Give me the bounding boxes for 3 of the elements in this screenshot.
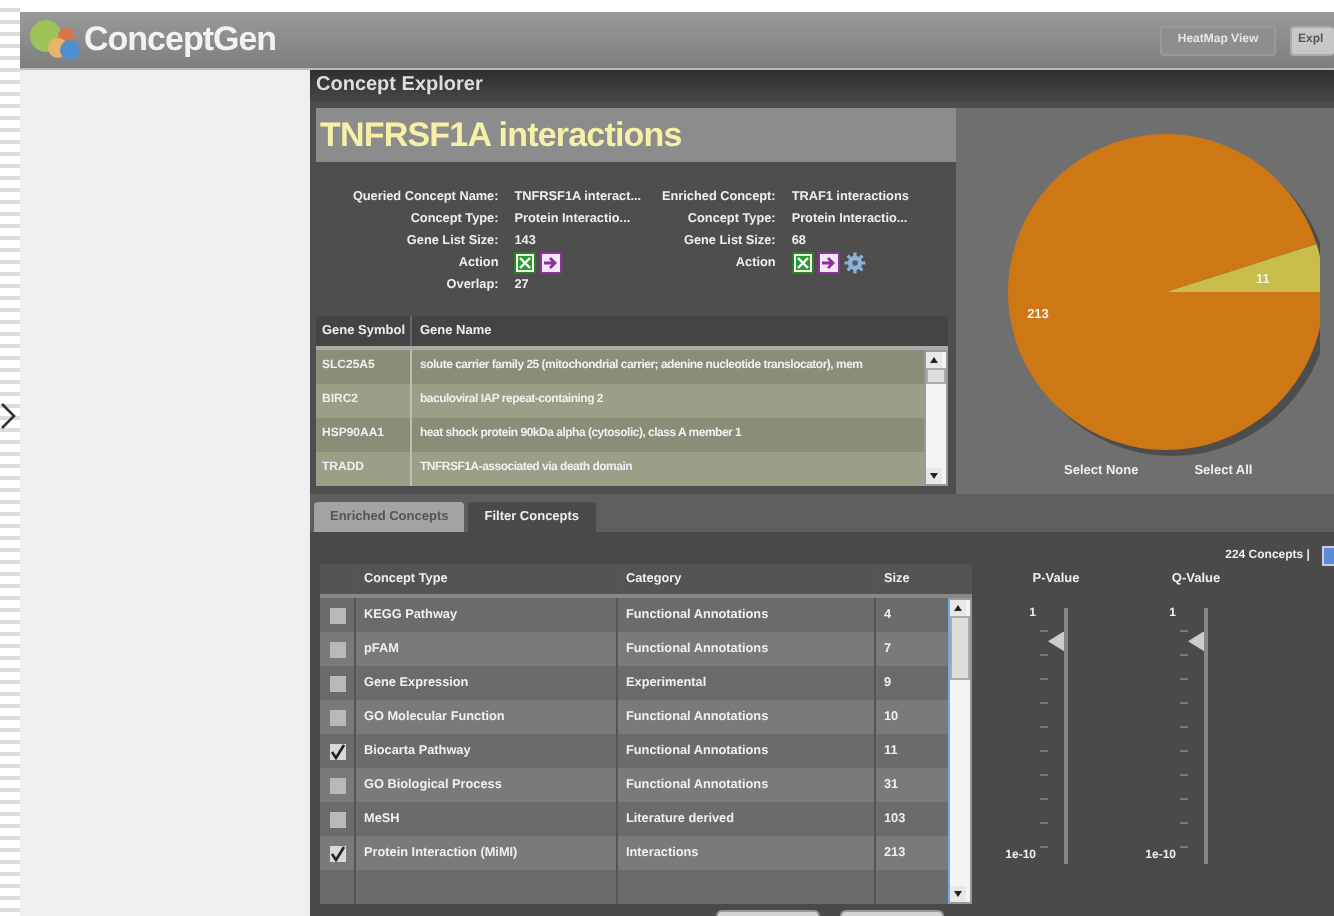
concept-title: TNFRSF1A interactions: [316, 108, 956, 162]
window-title: Concept Explorer: [310, 70, 1334, 102]
app-name: ConceptGen: [84, 20, 277, 60]
